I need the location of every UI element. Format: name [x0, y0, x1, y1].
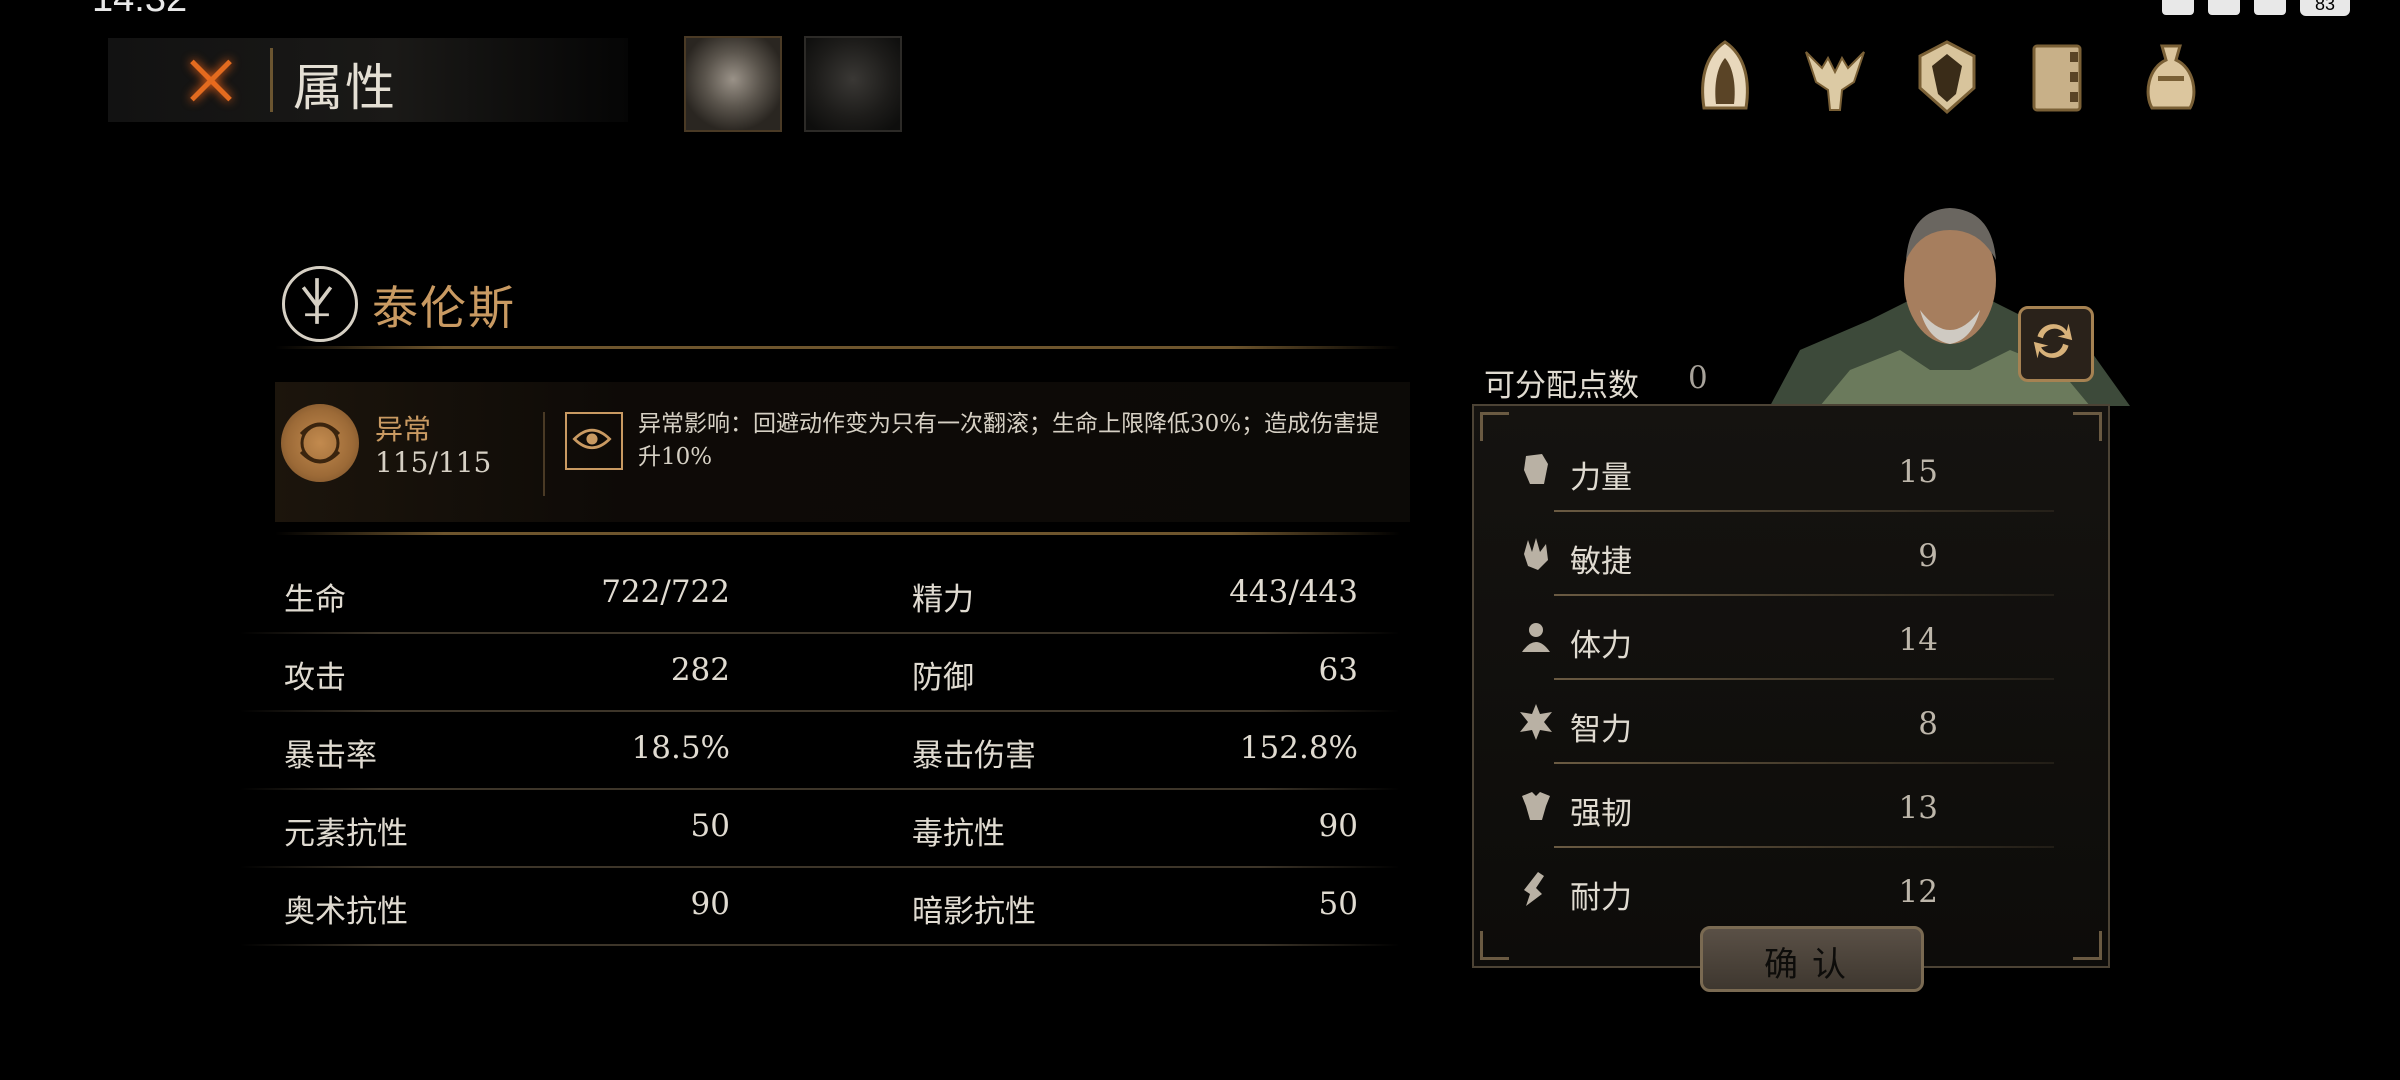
name-divider	[275, 346, 1400, 349]
attribute-label: 耐力	[1570, 880, 1632, 916]
stat-label: 毒抗性	[912, 816, 1005, 852]
attribute-label: 强韧	[1570, 796, 1632, 832]
attribute-row-intelligence[interactable]: 智力 8	[1514, 680, 2054, 764]
abnormal-panel: 异常 115/115 异常影响：回避动作变为只有一次翻滚；生命上限降低30%；造…	[275, 382, 1410, 522]
armor-icon	[1518, 786, 1554, 824]
header-divider	[270, 48, 273, 112]
header-bar: 属性	[108, 38, 628, 122]
hood-icon[interactable]	[1690, 38, 1760, 116]
beast-icon[interactable]	[1800, 38, 1870, 116]
attribute-value: 14	[1898, 622, 1938, 658]
row-divider	[240, 944, 1400, 946]
abnormal-divider-bottom	[275, 532, 1400, 535]
attribute-row-agility[interactable]: 敏捷 9	[1514, 512, 2054, 596]
panel-corner	[1480, 931, 1509, 960]
close-button[interactable]	[178, 48, 244, 112]
system-icons: 83	[2162, 0, 2350, 16]
points-label: 可分配点数	[1484, 368, 1639, 404]
hd-icon	[2162, 0, 2194, 15]
stat-label: 暴击伤害	[912, 738, 1036, 774]
attribute-value: 9	[1918, 538, 1938, 574]
fist-icon	[1518, 450, 1554, 488]
attribute-row-endurance[interactable]: 耐力 12	[1514, 848, 2054, 932]
class-emblem-icon	[282, 266, 358, 342]
attribute-value: 15	[1898, 454, 1938, 490]
character-name: 泰伦斯	[372, 281, 516, 335]
attribute-label: 敏捷	[1570, 544, 1632, 580]
stat-row: 奥术抗性 90 暗影抗性 50	[240, 868, 1400, 946]
confirm-label: 确认	[1764, 945, 1860, 985]
signal-icon	[2208, 0, 2240, 15]
stat-label: 攻击	[284, 660, 346, 696]
attribute-row-strength[interactable]: 力量 15	[1514, 428, 2054, 512]
page-title: 属性	[293, 59, 397, 117]
attribute-row-vitality[interactable]: 体力 14	[1514, 596, 2054, 680]
character-tab-terence[interactable]	[684, 36, 782, 132]
hand-icon	[1518, 534, 1554, 572]
stat-value: 50	[1318, 886, 1358, 922]
panel-corner	[2073, 931, 2102, 960]
stat-label: 奥术抗性	[284, 894, 408, 930]
journal-icon[interactable]	[2022, 38, 2092, 116]
attribute-row-toughness[interactable]: 强韧 13	[1514, 764, 2054, 848]
stat-label: 暴击率	[284, 738, 377, 774]
abnormal-icon	[281, 404, 359, 482]
stat-label: 精力	[912, 582, 974, 618]
status-clock: 14:32	[92, 0, 187, 21]
swap-character-button[interactable]	[2018, 306, 2094, 382]
mind-icon	[1518, 702, 1554, 740]
points-value: 0	[1688, 360, 1708, 396]
stat-value: 90	[1318, 808, 1358, 844]
stat-row: 暴击率 18.5% 暴击伤害 152.8%	[240, 712, 1400, 790]
stat-value: 18.5%	[631, 730, 730, 766]
stat-row: 生命 722/722 精力 443/443	[240, 556, 1400, 634]
stat-value: 722/722	[601, 574, 730, 610]
eye-icon	[565, 412, 623, 470]
stat-row: 攻击 282 防御 63	[240, 634, 1400, 712]
abnormal-divider	[543, 412, 545, 496]
status-bar: 14:32 83	[0, 0, 2400, 24]
pouch-icon[interactable]	[2136, 38, 2206, 116]
stat-value: 90	[690, 886, 730, 922]
stat-label: 防御	[912, 660, 974, 696]
body-icon	[1518, 618, 1554, 656]
attribute-value: 12	[1898, 874, 1938, 910]
attribute-value: 13	[1898, 790, 1938, 826]
stat-label: 元素抗性	[284, 816, 408, 852]
attribute-value: 8	[1918, 706, 1938, 742]
panel-corner	[2073, 412, 2102, 441]
stat-value: 50	[690, 808, 730, 844]
stat-row: 元素抗性 50 毒抗性 90	[240, 790, 1400, 868]
stat-value: 282	[670, 652, 730, 688]
character-tab-hooded[interactable]	[804, 36, 902, 132]
stat-value: 443/443	[1229, 574, 1358, 610]
abnormal-effect-text: 异常影响：回避动作变为只有一次翻滚；生命上限降低30%；造成伤害提升10%	[638, 411, 1380, 470]
attribute-label: 力量	[1570, 460, 1632, 496]
emblem-icon[interactable]	[1912, 38, 1982, 116]
wifi-icon	[2254, 0, 2286, 15]
stat-value: 63	[1318, 652, 1358, 688]
confirm-button[interactable]: 确认	[1700, 926, 1924, 992]
stamina-icon	[1518, 870, 1554, 908]
abnormal-value: 115/115	[375, 446, 492, 479]
panel-corner	[1480, 412, 1509, 441]
attribute-label: 智力	[1570, 712, 1632, 748]
stat-value: 152.8%	[1239, 730, 1358, 766]
attribute-label: 体力	[1570, 628, 1632, 664]
battery-icon: 83	[2300, 0, 2350, 16]
stat-label: 暗影抗性	[912, 894, 1036, 930]
stat-label: 生命	[284, 582, 346, 618]
abnormal-title: 异常	[375, 413, 432, 446]
attribute-panel: 力量 15 敏捷 9 体力 14 智力 8 强韧 13 耐力 12	[1472, 404, 2110, 968]
